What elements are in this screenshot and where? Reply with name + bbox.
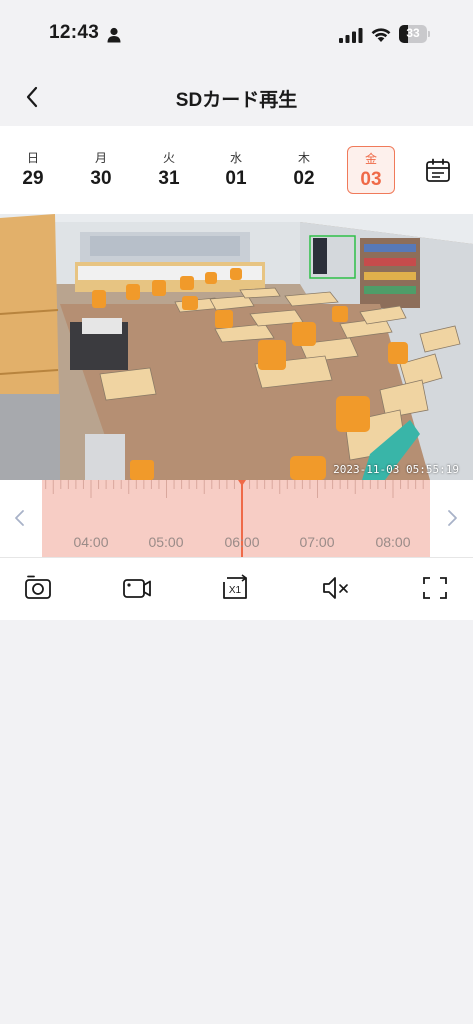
- timeline-label: 06:00: [224, 534, 260, 550]
- day-number: 01: [225, 168, 247, 189]
- wifi-icon: [371, 28, 391, 42]
- empty-content-area: [0, 620, 473, 1024]
- day-number: 29: [22, 168, 44, 189]
- battery-icon: 33: [399, 25, 431, 43]
- timeline-label: 08:00: [375, 534, 411, 550]
- timeline-next-button[interactable]: [440, 506, 464, 530]
- timeline: 04:00 05:00 06:00 07:00 08:00: [0, 480, 473, 557]
- date-strip: 日 29 月 30 火 31 水 01 木 02 金 03: [0, 126, 473, 214]
- timeline-prev-button[interactable]: [8, 506, 32, 530]
- mute-icon: [323, 577, 348, 599]
- mute-button[interactable]: [320, 574, 352, 602]
- battery-level: 33: [406, 26, 420, 40]
- camera-timestamp: 2023-11-03 05:55:19: [333, 463, 459, 476]
- timeline-track[interactable]: 04:00 05:00 06:00 07:00 08:00: [42, 480, 430, 557]
- snapshot-button[interactable]: [22, 574, 54, 602]
- nav-bar: SDカード再生: [0, 68, 473, 126]
- weekday-label: 月: [94, 151, 107, 165]
- weekday-label: 日: [26, 151, 39, 165]
- signal-icon: [339, 28, 363, 43]
- date-item-01[interactable]: 水 01: [212, 146, 260, 194]
- weekday-label: 木: [297, 151, 310, 165]
- timeline-label: 05:00: [148, 534, 184, 550]
- camera-icon: [25, 575, 51, 599]
- playback-speed-button[interactable]: X1: [220, 574, 252, 602]
- timeline-label: 04:00: [73, 534, 109, 550]
- calendar-icon: [426, 158, 450, 182]
- day-number: 03: [360, 169, 382, 190]
- status-time: 12:43: [49, 22, 100, 43]
- date-item-03-selected[interactable]: 金 03: [347, 146, 395, 194]
- weekday-label: 金: [364, 152, 377, 166]
- day-number: 30: [90, 168, 112, 189]
- classroom-camera-image: [0, 214, 473, 480]
- weekday-label: 火: [162, 151, 175, 165]
- day-number: 02: [293, 168, 315, 189]
- page-title: SDカード再生: [175, 90, 298, 111]
- date-item-31[interactable]: 火 31: [145, 146, 193, 194]
- date-item-29[interactable]: 日 29: [9, 146, 57, 194]
- chevron-right-icon: [448, 510, 457, 526]
- status-bar: 12:43 33: [0, 0, 473, 68]
- record-button[interactable]: [121, 574, 153, 602]
- fullscreen-icon: [423, 577, 447, 599]
- calendar-button[interactable]: [424, 158, 452, 184]
- timeline-label: 07:00: [299, 534, 335, 550]
- fullscreen-button[interactable]: [419, 574, 451, 602]
- person-icon: [107, 27, 121, 43]
- playback-speed-icon: X1: [223, 574, 247, 599]
- weekday-label: 水: [229, 151, 242, 165]
- date-item-02[interactable]: 木 02: [280, 146, 328, 194]
- video-record-icon: [123, 579, 151, 598]
- camera-video-view[interactable]: 2023-11-03 05:55:19: [0, 214, 473, 480]
- date-item-30[interactable]: 月 30: [77, 146, 125, 194]
- day-number: 31: [158, 168, 180, 189]
- speed-label: X1: [229, 585, 242, 596]
- control-bar: X1: [0, 557, 473, 620]
- chevron-left-icon: [15, 510, 24, 526]
